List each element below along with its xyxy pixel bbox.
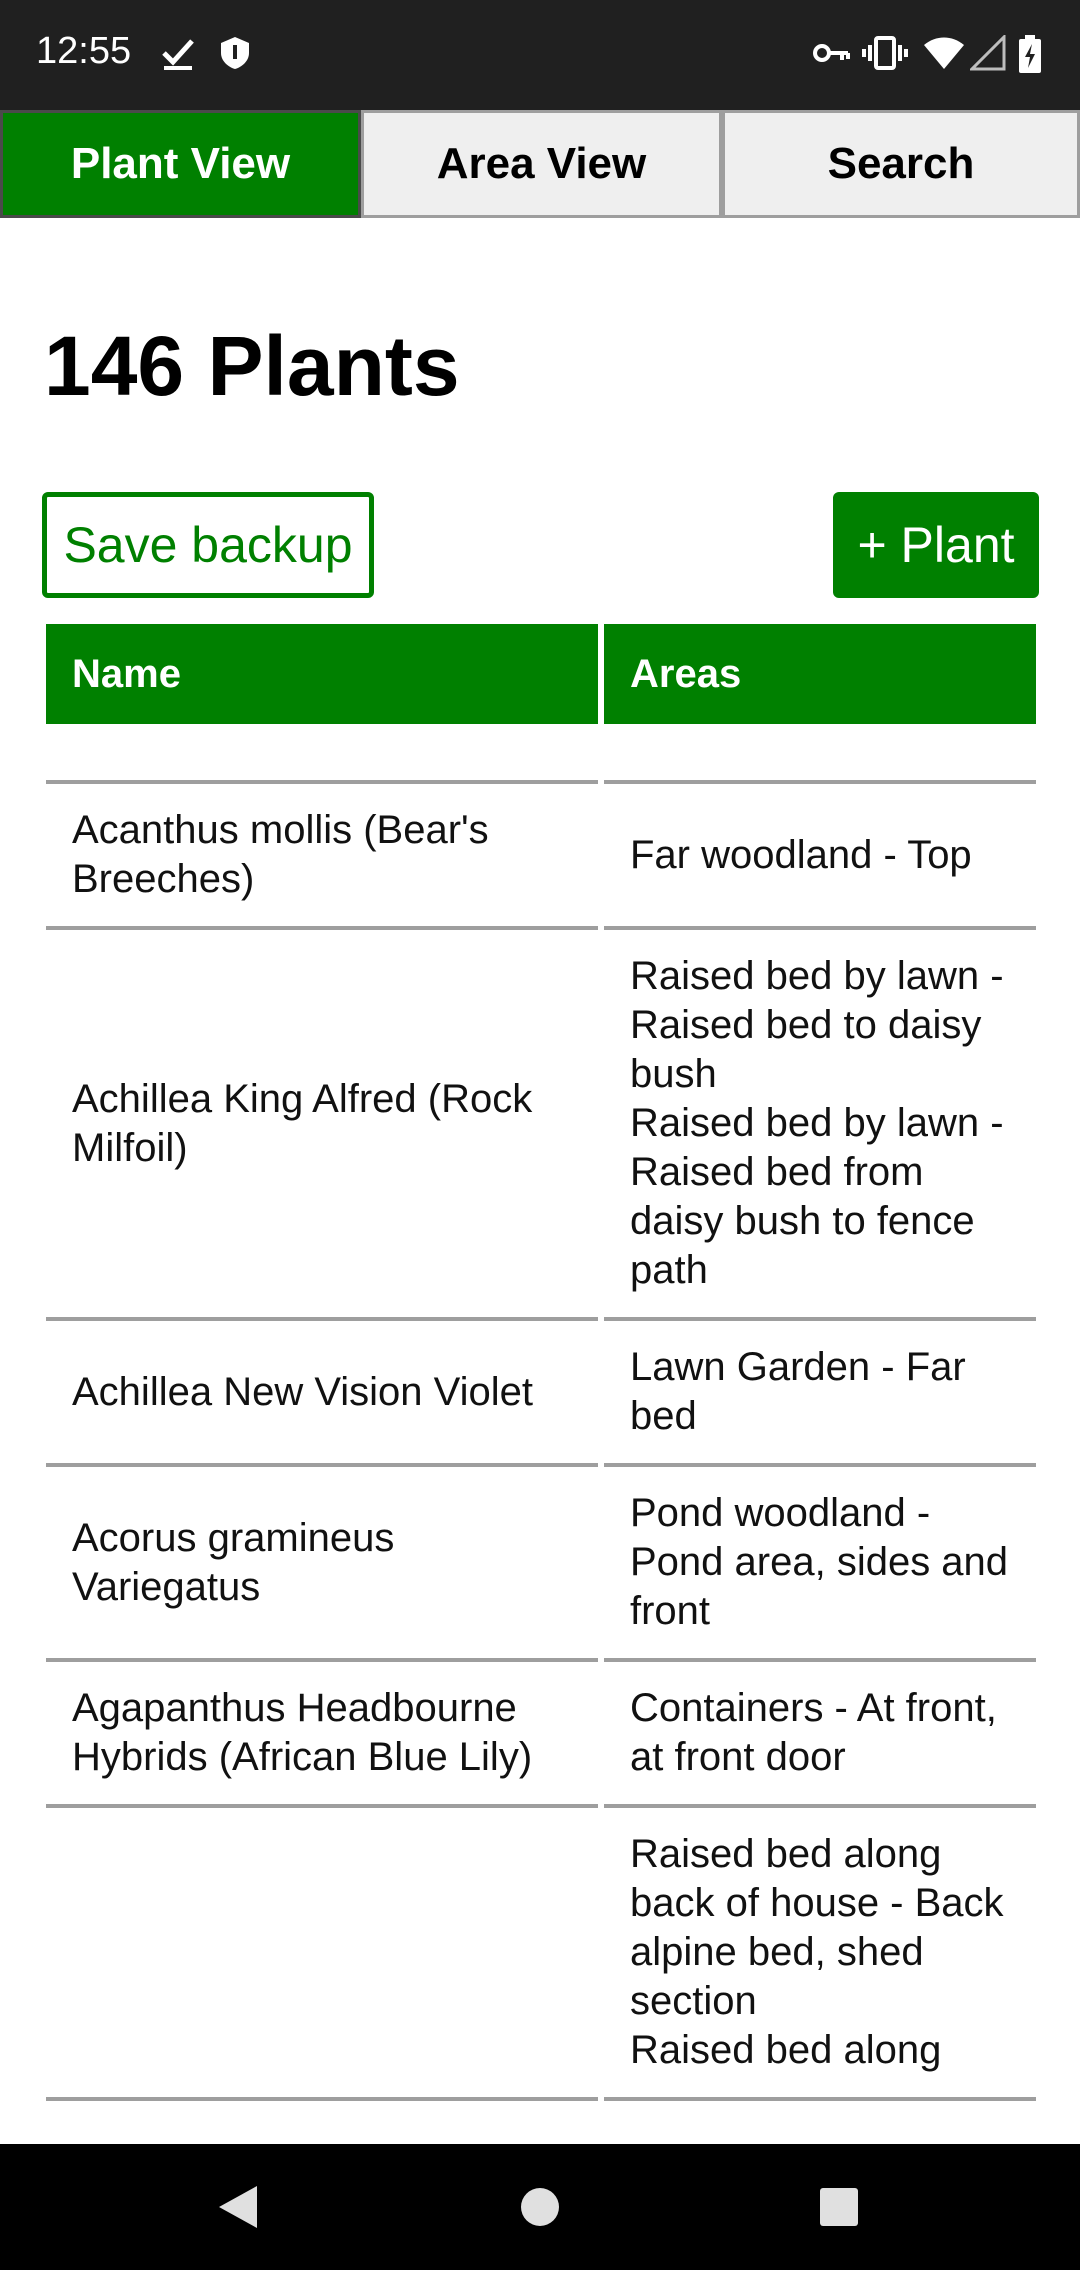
table-cell-empty: [46, 724, 598, 784]
column-header-areas[interactable]: Areas: [604, 624, 1036, 724]
save-backup-button[interactable]: Save backup: [42, 492, 374, 598]
home-icon[interactable]: [518, 2182, 562, 2237]
plant-areas: Raised bed by lawn - Raised bed to daisy…: [604, 930, 1036, 1321]
plant-name[interactable]: Achillea New Vision Violet: [46, 1321, 598, 1467]
table-row[interactable]: Acanthus mollis (Bear's Breeches) Far wo…: [46, 784, 1036, 930]
plants-table: Name Areas Acanthus mollis (Bear's Breec…: [46, 624, 1036, 2101]
plants-table-container[interactable]: Name Areas Acanthus mollis (Bear's Breec…: [46, 624, 1036, 2144]
wifi-icon: [922, 35, 966, 76]
add-plant-button[interactable]: + Plant: [833, 492, 1039, 598]
plant-name[interactable]: Achillea King Alfred (Rock Milfoil): [46, 930, 598, 1321]
area-entry: Raised bed along: [630, 2028, 942, 2072]
recents-icon[interactable]: [816, 2182, 860, 2237]
page-title: 146 Plants: [44, 319, 460, 413]
plant-name[interactable]: Agapanthus Headbourne Hybrids (African B…: [46, 1662, 598, 1808]
area-entry: Containers - At front, at front door: [630, 1686, 997, 1779]
tab-plant-view[interactable]: Plant View: [0, 110, 361, 218]
area-entry: Raised bed by lawn - Raised bed from dai…: [630, 1101, 1004, 1292]
plant-areas: Containers - At front, at front door: [604, 1662, 1036, 1808]
plant-areas: Far woodland - Top: [604, 784, 1036, 930]
table-row[interactable]: Acorus gramineus Variegatus Pond woodlan…: [46, 1467, 1036, 1662]
table-row[interactable]: Raised bed along back of house - Back al…: [46, 1808, 1036, 2101]
plant-name[interactable]: Acanthus mollis (Bear's Breeches): [46, 784, 598, 930]
plant-name[interactable]: [46, 1808, 598, 2101]
table-row[interactable]: Achillea New Vision Violet Lawn Garden -…: [46, 1321, 1036, 1467]
table-row-empty: [46, 724, 1036, 784]
plant-areas: Raised bed along back of house - Back al…: [604, 1808, 1036, 2101]
status-bar: 12:55: [0, 0, 1080, 110]
tab-area-view[interactable]: Area View: [361, 110, 722, 218]
area-entry: Raised bed by lawn - Raised bed to daisy…: [630, 954, 1004, 1096]
tab-search[interactable]: Search: [722, 110, 1080, 218]
table-row[interactable]: Agapanthus Headbourne Hybrids (African B…: [46, 1662, 1036, 1808]
plant-areas: Lawn Garden - Far bed: [604, 1321, 1036, 1467]
key-icon: [812, 35, 850, 76]
table-cell-empty: [604, 724, 1036, 784]
plant-name[interactable]: Acorus gramineus Variegatus: [46, 1467, 598, 1662]
tab-bar: Plant View Area View Search: [0, 110, 1080, 218]
checkmark-icon: [160, 35, 196, 76]
status-time: 12:55: [36, 30, 132, 72]
area-entry: Pond woodland - Pond area, sides and fro…: [630, 1491, 1009, 1633]
battery-charging-icon: [1018, 35, 1042, 78]
plant-areas: Pond woodland - Pond area, sides and fro…: [604, 1467, 1036, 1662]
table-row[interactable]: Achillea King Alfred (Rock Milfoil) Rais…: [46, 930, 1036, 1321]
shield-icon: [218, 35, 252, 76]
area-entry: Far woodland - Top: [630, 832, 972, 877]
signal-icon: [968, 33, 1006, 76]
column-header-name[interactable]: Name: [46, 624, 598, 724]
back-icon[interactable]: [215, 2182, 261, 2237]
vibrate-icon: [862, 35, 908, 76]
navigation-bar: [0, 2144, 1080, 2270]
area-entry: Lawn Garden - Far bed: [630, 1345, 966, 1438]
area-entry: Raised bed along back of house - Back al…: [630, 1832, 1004, 2023]
